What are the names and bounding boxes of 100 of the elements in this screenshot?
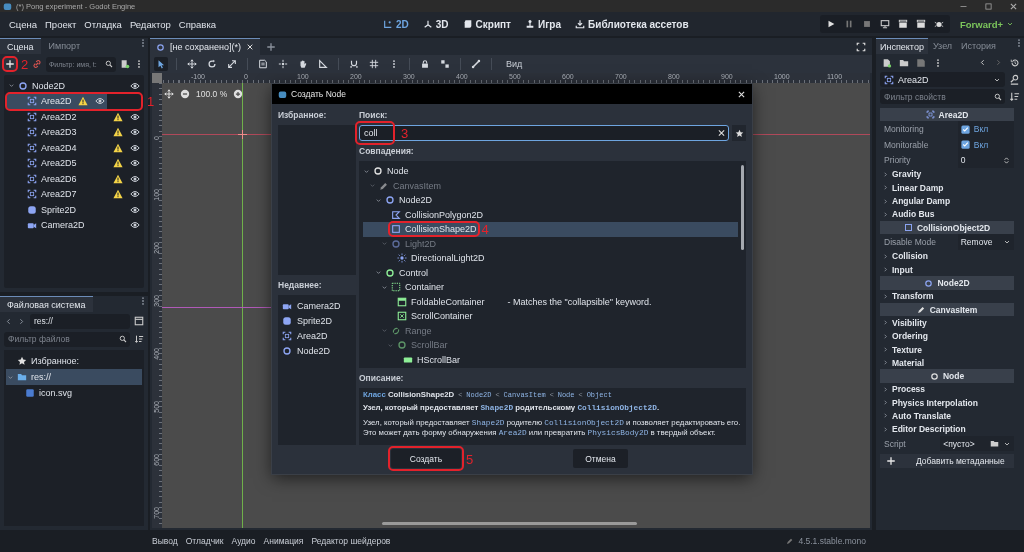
property-group[interactable]: Input xyxy=(880,263,1014,277)
property-group[interactable]: Transform xyxy=(880,289,1014,303)
favorite-button[interactable] xyxy=(732,125,746,141)
tab[interactable]: Сцена xyxy=(0,38,41,54)
list-item[interactable]: Node2D xyxy=(278,343,356,358)
tab[interactable]: Инспектор xyxy=(876,38,928,54)
eye-icon[interactable] xyxy=(130,220,140,231)
tool-button[interactable] xyxy=(154,57,168,71)
add-node-button[interactable] xyxy=(4,58,16,70)
filter-field[interactable]: Фильтр файлов xyxy=(4,331,130,347)
panel-tab[interactable]: Отладчик xyxy=(185,536,224,546)
folder-icon[interactable] xyxy=(899,57,909,68)
zoom-out-icon[interactable] xyxy=(180,89,190,99)
warning-icon[interactable] xyxy=(113,127,123,138)
tab[interactable]: Импорт xyxy=(41,38,87,54)
eye-icon[interactable] xyxy=(130,142,140,153)
tree-item[interactable]: res:// xyxy=(6,369,142,385)
menu-item[interactable]: Сцена xyxy=(6,16,40,32)
warning-icon[interactable] xyxy=(113,142,123,153)
back-icon[interactable] xyxy=(978,58,987,67)
tree-item[interactable]: icon.svg xyxy=(6,385,142,401)
close-icon[interactable] xyxy=(1009,1,1018,11)
eye-icon[interactable] xyxy=(94,96,105,107)
property-group[interactable]: Ordering xyxy=(880,329,1014,343)
save-icon[interactable] xyxy=(916,57,926,68)
tool-button[interactable] xyxy=(367,57,381,71)
property-group[interactable]: Material xyxy=(880,356,1014,370)
tab[interactable]: История xyxy=(957,38,1000,54)
eye-icon[interactable] xyxy=(130,111,140,122)
resource-picker[interactable]: <пусто> xyxy=(940,435,1014,452)
tree-item[interactable]: Area2D7 xyxy=(6,186,142,202)
checkbox[interactable] xyxy=(960,140,970,150)
tree-item[interactable]: Node xyxy=(363,164,738,179)
eye-icon[interactable] xyxy=(130,80,140,91)
eye-icon[interactable] xyxy=(130,127,140,138)
tab[interactable]: Узел xyxy=(928,38,957,54)
stop-icon[interactable] xyxy=(861,19,872,29)
history-icon[interactable] xyxy=(1010,57,1020,68)
renderer-dropdown[interactable]: Forward+ xyxy=(953,17,1020,31)
tab[interactable]: Файловая система xyxy=(0,296,93,312)
eye-icon[interactable] xyxy=(130,189,140,200)
dropdown[interactable]: Remove xyxy=(957,234,1014,250)
workspace-tab[interactable]: Библиотека ассетов xyxy=(573,16,691,32)
property-group[interactable]: Process xyxy=(880,382,1014,397)
object-selector[interactable]: Area2D xyxy=(880,72,1005,87)
tree-item[interactable]: Camera2D xyxy=(6,217,142,233)
warning-icon[interactable] xyxy=(113,189,123,200)
monitor-icon[interactable] xyxy=(879,19,890,29)
tool-button[interactable] xyxy=(185,57,199,71)
new-file-icon[interactable] xyxy=(882,57,892,68)
scene-tab[interactable]: [не сохранено](*) xyxy=(150,38,260,55)
close-icon[interactable] xyxy=(245,43,254,51)
script-add-icon[interactable] xyxy=(120,59,130,69)
cancel-button[interactable]: Отмена xyxy=(573,449,628,468)
clear-icon[interactable] xyxy=(717,128,726,138)
menu-item[interactable]: Отладка xyxy=(81,16,125,32)
fullscreen-icon[interactable] xyxy=(856,41,866,52)
doc-search-icon[interactable] xyxy=(1009,74,1020,85)
property-group[interactable]: Physics Interpolation xyxy=(880,396,1014,410)
sort-icon[interactable] xyxy=(1009,91,1020,102)
property-group[interactable]: Angular Damp xyxy=(880,194,1014,208)
menu-item[interactable]: Справка xyxy=(175,16,220,32)
menu-item[interactable]: Проект xyxy=(42,16,80,32)
property-group[interactable]: Collision xyxy=(880,249,1014,264)
workspace-tab[interactable]: Скрипт xyxy=(460,16,513,32)
property-group[interactable]: Gravity xyxy=(880,167,1014,182)
tool-button[interactable] xyxy=(469,57,483,71)
clapper-icon[interactable] xyxy=(897,19,908,29)
create-button[interactable]: Создать xyxy=(391,449,461,468)
forward-icon[interactable] xyxy=(17,316,26,326)
add-tab-icon[interactable] xyxy=(265,41,276,52)
tool-button[interactable] xyxy=(225,57,239,71)
eye-icon[interactable] xyxy=(130,173,140,184)
tree-item[interactable]: Area2D2 xyxy=(6,109,142,125)
tree-item[interactable]: Area2D3 xyxy=(6,124,142,140)
panel-tab[interactable]: Анимация xyxy=(263,536,304,546)
chevron-down-icon[interactable] xyxy=(363,167,370,175)
zoom-in-icon[interactable] xyxy=(233,89,244,99)
property-group[interactable]: Auto Translate xyxy=(880,409,1014,423)
warning-icon[interactable] xyxy=(77,96,88,107)
tree-item[interactable]: Area2D4 xyxy=(6,140,142,156)
clapper-icon[interactable] xyxy=(915,19,926,29)
eye-icon[interactable] xyxy=(130,204,140,215)
number-field[interactable]: 0 xyxy=(957,152,1014,168)
list-item[interactable]: Area2D xyxy=(278,328,356,343)
workspace-tab[interactable]: 3D xyxy=(420,16,451,32)
tool-button[interactable] xyxy=(438,57,452,71)
tool-button[interactable] xyxy=(316,57,330,71)
panel-tab[interactable]: Вывод xyxy=(152,536,178,546)
link-icon[interactable] xyxy=(32,59,42,69)
add-metadata-button[interactable]: Добавить метаданные xyxy=(880,454,1014,469)
tool-button[interactable] xyxy=(256,57,270,71)
panel-tab[interactable]: Редактор шейдеров xyxy=(311,536,391,546)
panel-tab[interactable]: Аудио xyxy=(231,536,256,546)
property-group[interactable]: Texture xyxy=(880,342,1014,357)
filter-field[interactable]: Фильтр свойств xyxy=(880,89,1005,104)
warning-icon[interactable] xyxy=(113,158,123,169)
tree-item[interactable]: Area2D5 xyxy=(6,155,142,171)
workspace-tab[interactable]: Игра xyxy=(523,16,564,32)
warning-icon[interactable] xyxy=(113,111,123,122)
